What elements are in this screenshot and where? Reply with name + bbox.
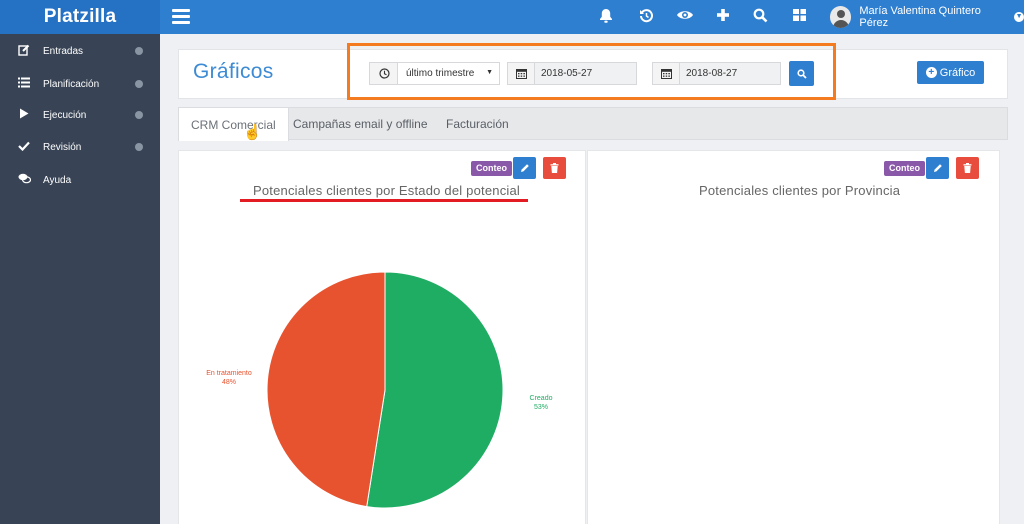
- sidebar-item-label: Entradas: [43, 45, 84, 57]
- eye-icon[interactable]: [675, 8, 695, 26]
- sidebar-item-ejecucion[interactable]: Ejecución: [0, 101, 160, 129]
- period-clock-addon: [369, 62, 399, 85]
- user-menu[interactable]: María Valentina Quintero Pérez ▼: [830, 4, 1024, 30]
- chart-title: Potenciales clientes por Provincia: [699, 183, 901, 198]
- chart-panel-provincia: [587, 150, 1000, 524]
- plus-circle-icon: +: [925, 67, 937, 78]
- pie-label-en-tratamiento: En tratamiento 48%: [200, 369, 258, 387]
- date-to-value: 2018-08-27: [686, 68, 738, 79]
- edit-chart-button[interactable]: [513, 157, 536, 179]
- sidebar-item-label: Ayuda: [43, 174, 72, 186]
- pie-slice-creado[interactable]: [366, 271, 504, 509]
- delete-chart-button[interactable]: [543, 157, 566, 179]
- play-icon: [17, 108, 31, 122]
- count-badge: Conteo: [471, 161, 512, 176]
- period-select-value: último trimestre: [406, 68, 475, 79]
- pie-label-creado: Creado 53%: [520, 394, 562, 412]
- count-badge: Conteo: [884, 161, 925, 176]
- list-icon: [17, 77, 31, 91]
- edit-chart-button[interactable]: [926, 157, 949, 179]
- add-chart-label: Gráfico: [939, 66, 976, 79]
- slice-value: 48%: [221, 379, 236, 386]
- calendar-icon: [653, 63, 680, 84]
- delete-chart-button[interactable]: [956, 157, 979, 179]
- avatar: [830, 6, 852, 28]
- sidebar-item-ayuda[interactable]: Ayuda: [0, 166, 160, 194]
- slice-label: En tratamiento: [206, 370, 252, 377]
- tab-campanas[interactable]: Campañas email y offline: [281, 107, 440, 140]
- clock-icon: [370, 63, 398, 84]
- pie-slice-en-tratamiento[interactable]: [266, 271, 386, 508]
- title-underline: [240, 199, 528, 202]
- search-icon[interactable]: [751, 8, 769, 26]
- chevron-down-icon: ▼: [1014, 12, 1024, 22]
- filter-search-button[interactable]: [789, 61, 814, 86]
- tab-crm-comercial[interactable]: CRM Comercial: [178, 107, 289, 141]
- user-name: María Valentina Quintero Pérez: [859, 5, 981, 29]
- sidebar-item-label: Revisión: [43, 141, 82, 153]
- sidebar-item-label: Planificación: [43, 78, 100, 90]
- add-chart-button[interactable]: + Gráfico: [917, 61, 984, 84]
- date-to-field[interactable]: 2018-08-27: [652, 62, 781, 85]
- check-icon: [17, 141, 31, 154]
- page-title: Gráficos: [193, 60, 274, 83]
- chat-icon: [17, 173, 31, 187]
- chevron-down-icon: ▼: [486, 69, 493, 76]
- grid-icon[interactable]: [790, 8, 808, 26]
- date-from-value: 2018-05-27: [541, 68, 593, 79]
- calendar-icon: [508, 63, 535, 84]
- slice-value: 53%: [533, 404, 548, 411]
- tab-facturacion[interactable]: Facturación: [434, 107, 521, 140]
- pie-chart: [266, 271, 504, 509]
- sidebar-item-label: Ejecución: [43, 109, 87, 121]
- plus-icon[interactable]: [714, 8, 732, 26]
- menu-toggle-icon[interactable]: [172, 9, 190, 25]
- expand-icon[interactable]: [135, 47, 143, 55]
- history-icon[interactable]: [637, 8, 655, 26]
- expand-icon[interactable]: [135, 111, 143, 119]
- hand-cursor-icon: ☝: [243, 124, 262, 141]
- bell-icon[interactable]: [597, 8, 615, 26]
- period-select[interactable]: último trimestre ▼: [397, 62, 500, 85]
- slice-label: Creado: [529, 395, 553, 402]
- edit-icon: [17, 44, 31, 59]
- date-from-field[interactable]: 2018-05-27: [507, 62, 637, 85]
- app-logo[interactable]: Platzilla: [0, 0, 160, 34]
- sidebar-item-revision[interactable]: Revisión: [0, 133, 160, 161]
- sidebar-item-planificacion[interactable]: Planificación: [0, 70, 160, 98]
- chart-title: Potenciales clientes por Estado del pote…: [253, 183, 520, 198]
- sidebar-item-entradas[interactable]: Entradas: [0, 37, 160, 65]
- expand-icon[interactable]: [135, 80, 143, 88]
- expand-icon[interactable]: [135, 143, 143, 151]
